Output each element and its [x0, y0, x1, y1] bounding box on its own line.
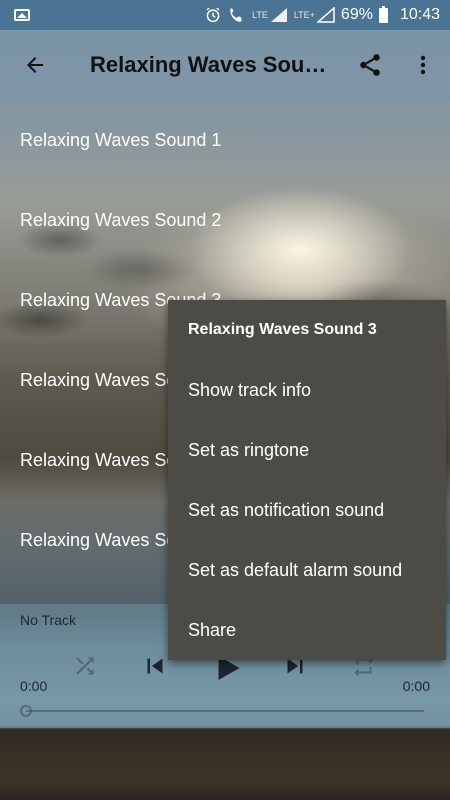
shuffle-button[interactable]	[67, 648, 103, 684]
wifi-call-icon	[230, 8, 242, 22]
track-context-menu: Relaxing Waves Sound 3 Show track info S…	[168, 300, 446, 660]
lte-plus-label: LTE+	[293, 10, 315, 20]
lte-label: LTE	[251, 10, 268, 20]
menu-item-set-alarm[interactable]: Set as default alarm sound	[168, 540, 446, 600]
total-duration: 0:00	[402, 678, 430, 694]
signal-icon-2	[316, 7, 335, 23]
menu-item-set-ringtone[interactable]: Set as ringtone	[168, 420, 446, 480]
track-title: Relaxing Waves Sound 1	[20, 129, 222, 150]
battery-icon	[378, 5, 388, 23]
status-bar: LTE LTE+ 69% 10:43	[0, 0, 450, 30]
back-arrow-icon	[27, 57, 43, 73]
app-bar: Relaxing Waves Sou…	[0, 30, 450, 100]
seek-handle[interactable]	[20, 705, 32, 717]
clock: 10:43	[399, 6, 440, 23]
image-icon	[14, 9, 30, 21]
menu-item-show-track-info[interactable]: Show track info	[168, 360, 446, 420]
signal-icon	[270, 8, 287, 22]
overflow-menu-button[interactable]	[408, 50, 438, 80]
share-button[interactable]	[355, 50, 385, 80]
page-title: Relaxing Waves Sou…	[90, 52, 327, 77]
more-vert-icon	[420, 55, 426, 75]
seek-bar[interactable]	[26, 710, 424, 712]
battery-percent: 69%	[340, 6, 373, 23]
track-title: Relaxing Waves Sound 2	[20, 209, 222, 230]
now-playing-label: No Track	[20, 612, 77, 628]
menu-item-share[interactable]: Share	[168, 600, 446, 660]
elapsed-time: 0:00	[20, 678, 48, 694]
back-button[interactable]	[0, 30, 70, 100]
menu-item-set-notification[interactable]: Set as notification sound	[168, 480, 446, 540]
menu-header: Relaxing Waves Sound 3	[188, 321, 377, 338]
track-item-2[interactable]: Relaxing Waves Sound 2	[0, 180, 450, 260]
shuffle-icon	[76, 657, 94, 675]
alarm-clock-icon	[206, 7, 220, 23]
track-item-1[interactable]: Relaxing Waves Sound 1	[0, 100, 450, 180]
share-icon	[360, 54, 380, 76]
skip-previous-icon	[147, 658, 163, 674]
